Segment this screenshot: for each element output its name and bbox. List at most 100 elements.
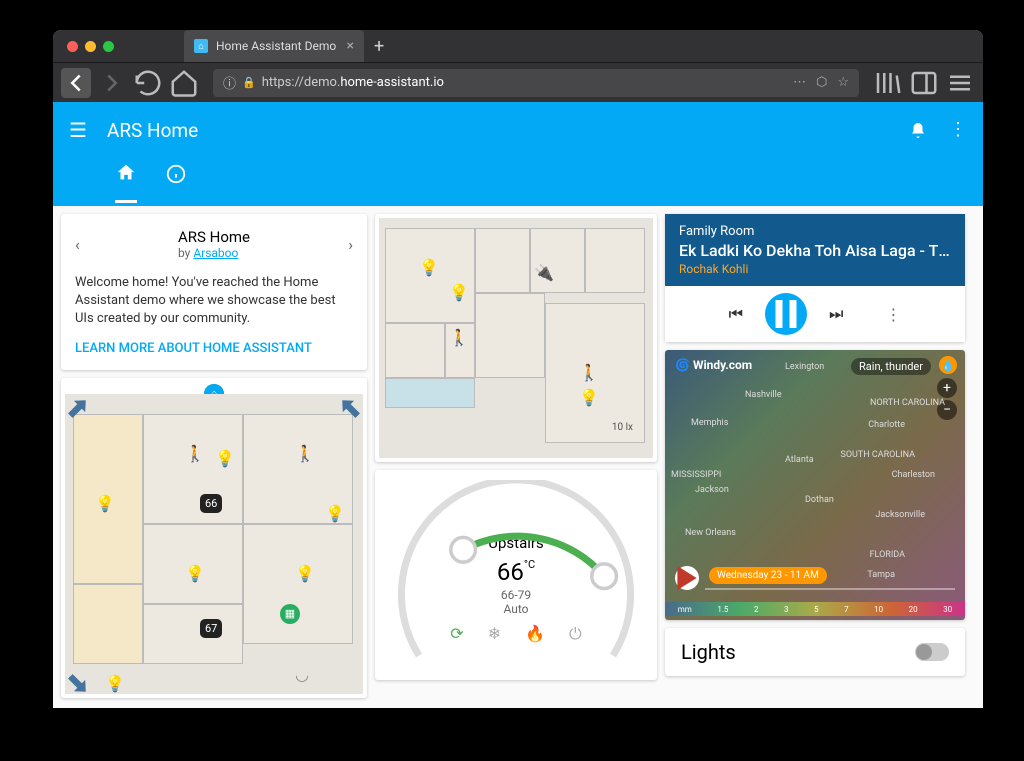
hamburger-icon[interactable]: ☰ [69,118,87,142]
tab-title: Home Assistant Demo [216,39,336,53]
city-label: MISSISSIPPI [671,470,721,480]
app-title: ARS Home [107,119,198,142]
timeline-label[interactable]: Wednesday 23 - 11 AM [709,567,827,584]
browser-tab[interactable]: ⌂ Home Assistant Demo × [184,30,364,62]
url-subdomain: demo. [304,75,340,90]
bulb-icon[interactable]: 💡 [579,388,595,404]
city-label: Jackson [695,485,729,495]
camera-icon[interactable] [65,670,92,697]
city-label: Dothan [805,495,834,505]
city-label: Tampa [867,570,895,580]
tab-info[interactable] [165,163,187,201]
info-icon[interactable]: ⓘ [223,73,236,92]
next-track-icon[interactable]: ⏭ [829,304,843,324]
bulb-icon[interactable]: 💡 [215,449,231,465]
tab-home[interactable] [115,162,137,203]
url-scheme: https:// [262,75,304,90]
url-host: home-assistant.io [340,75,444,90]
menu-button[interactable] [945,68,975,98]
prev-button[interactable]: ‹ [75,235,80,254]
city-label: New Orleans [685,528,736,538]
lux-label: 10 lx [612,422,633,433]
motion-icon[interactable]: 🚶 [295,444,311,460]
media-title: Ek Ladki Ko Dekha Toh Aisa Laga - Title… [679,241,951,260]
motion-icon[interactable]: 🚶 [449,328,465,344]
scale-labels: mm1.52357102030 [665,605,965,614]
zoom-in-button[interactable]: + [937,378,957,398]
app-header: ☰ ARS Home ⋮ [53,102,983,206]
library-icon[interactable] [873,68,903,98]
city-label: Jacksonville [875,510,925,520]
timeline-play-button[interactable] [675,566,699,590]
windy-logo: 🌀 Windy.com [675,358,752,372]
learn-more-link[interactable]: LEARN MORE ABOUT HOME ASSISTANT [75,341,353,356]
bulb-icon[interactable]: 💡 [105,674,121,690]
motion-icon[interactable]: 🚶 [185,444,201,460]
welcome-body: Welcome home! You've reached the Home As… [75,274,353,329]
garage-icon[interactable]: ▦ [280,604,300,624]
temp-badge[interactable]: 66 [200,494,222,513]
city-label: FLORIDA [870,550,905,560]
url-bar[interactable]: ⓘ 🔒 https://demo.home-assistant.io ⋯ ⬡ ☆ [213,69,859,97]
author-link[interactable]: Arsaboo [193,246,238,260]
weather-card[interactable]: 🌀 Windy.com Rain, thunder 💧 + − Lexingto… [665,350,965,620]
minimize-window-button[interactable] [85,41,96,52]
media-overflow-icon[interactable]: ⋮ [885,305,901,324]
new-tab-button[interactable]: + [374,36,384,57]
prev-track-icon[interactable]: ⏮ [729,304,743,324]
floorplan-upstairs[interactable]: 🚶 🚶 💡 💡 💡 🔌 10 lx [375,214,657,462]
city-label: NORTH CAROLINA [870,398,945,408]
motion-icon[interactable]: 🚶 [579,363,595,379]
layer-selector[interactable]: Rain, thunder [851,358,931,375]
browser-navbar: ⓘ 🔒 https://demo.home-assistant.io ⋯ ⬡ ☆ [53,62,983,102]
back-button[interactable] [61,68,91,98]
bulb-icon[interactable]: 💡 [325,504,341,520]
floorplan-downstairs[interactable]: ▲ ■ ⌂ ⌂ [61,378,367,698]
sensor-icon[interactable]: ◡ [295,665,309,684]
welcome-card: ‹ ARS Home by Arsaboo › Welcome home! Yo… [61,214,367,370]
city-label: Atlanta [785,455,814,465]
sidebar-icon[interactable] [909,68,939,98]
welcome-title: ARS Home [178,228,250,246]
play-pause-button[interactable] [765,293,807,335]
media-card: Family Room Ek Ladki Ko Dekha Toh Aisa L… [665,214,965,342]
city-label: Memphis [691,418,728,428]
window-controls [67,41,114,52]
lock-icon: 🔒 [242,76,256,89]
favicon-icon: ⌂ [194,39,208,53]
bulb-icon[interactable]: 💡 [449,283,465,299]
city-label: Nashville [745,390,782,400]
close-window-button[interactable] [67,41,78,52]
by-label: by [178,246,193,260]
rain-icon[interactable]: 💧 [939,356,957,374]
star-icon[interactable]: ☆ [837,75,849,90]
city-label: SOUTH CAROLINA [840,450,915,460]
bulb-icon[interactable]: 💡 [185,564,201,580]
forward-button[interactable] [97,68,127,98]
lights-card: Lights [665,628,965,676]
plug-icon[interactable]: 🔌 [534,263,550,279]
home-button[interactable] [169,68,199,98]
city-label: Lexington [785,362,824,372]
bulb-icon[interactable]: 💡 [419,258,435,274]
bulb-icon[interactable]: 💡 [295,564,311,580]
bulb-icon[interactable]: 💡 [95,494,111,510]
lights-title: Lights [681,640,736,664]
reload-button[interactable] [133,68,163,98]
city-label: Charleston [892,470,935,480]
overflow-icon[interactable]: ⋮ [949,119,967,142]
close-tab-icon[interactable]: × [347,38,354,54]
lights-toggle[interactable] [915,643,949,661]
browser-tabbar: ⌂ Home Assistant Demo × + [53,30,983,62]
next-button[interactable]: › [348,235,353,254]
maximize-window-button[interactable] [103,41,114,52]
timeline-slider[interactable] [705,588,955,590]
thermostat-card[interactable]: Upstairs 66°C 66-79 Auto ⟳ ❄ 🔥 ⏻ [375,470,657,680]
temp-badge[interactable]: 67 [200,619,222,638]
media-artist: Rochak Kohli [679,262,951,276]
shield-icon[interactable]: ⬡ [816,75,827,90]
bell-icon[interactable] [909,119,927,142]
media-room: Family Room [679,224,951,239]
more-icon[interactable]: ⋯ [793,75,806,90]
city-label: Charlotte [868,420,905,430]
